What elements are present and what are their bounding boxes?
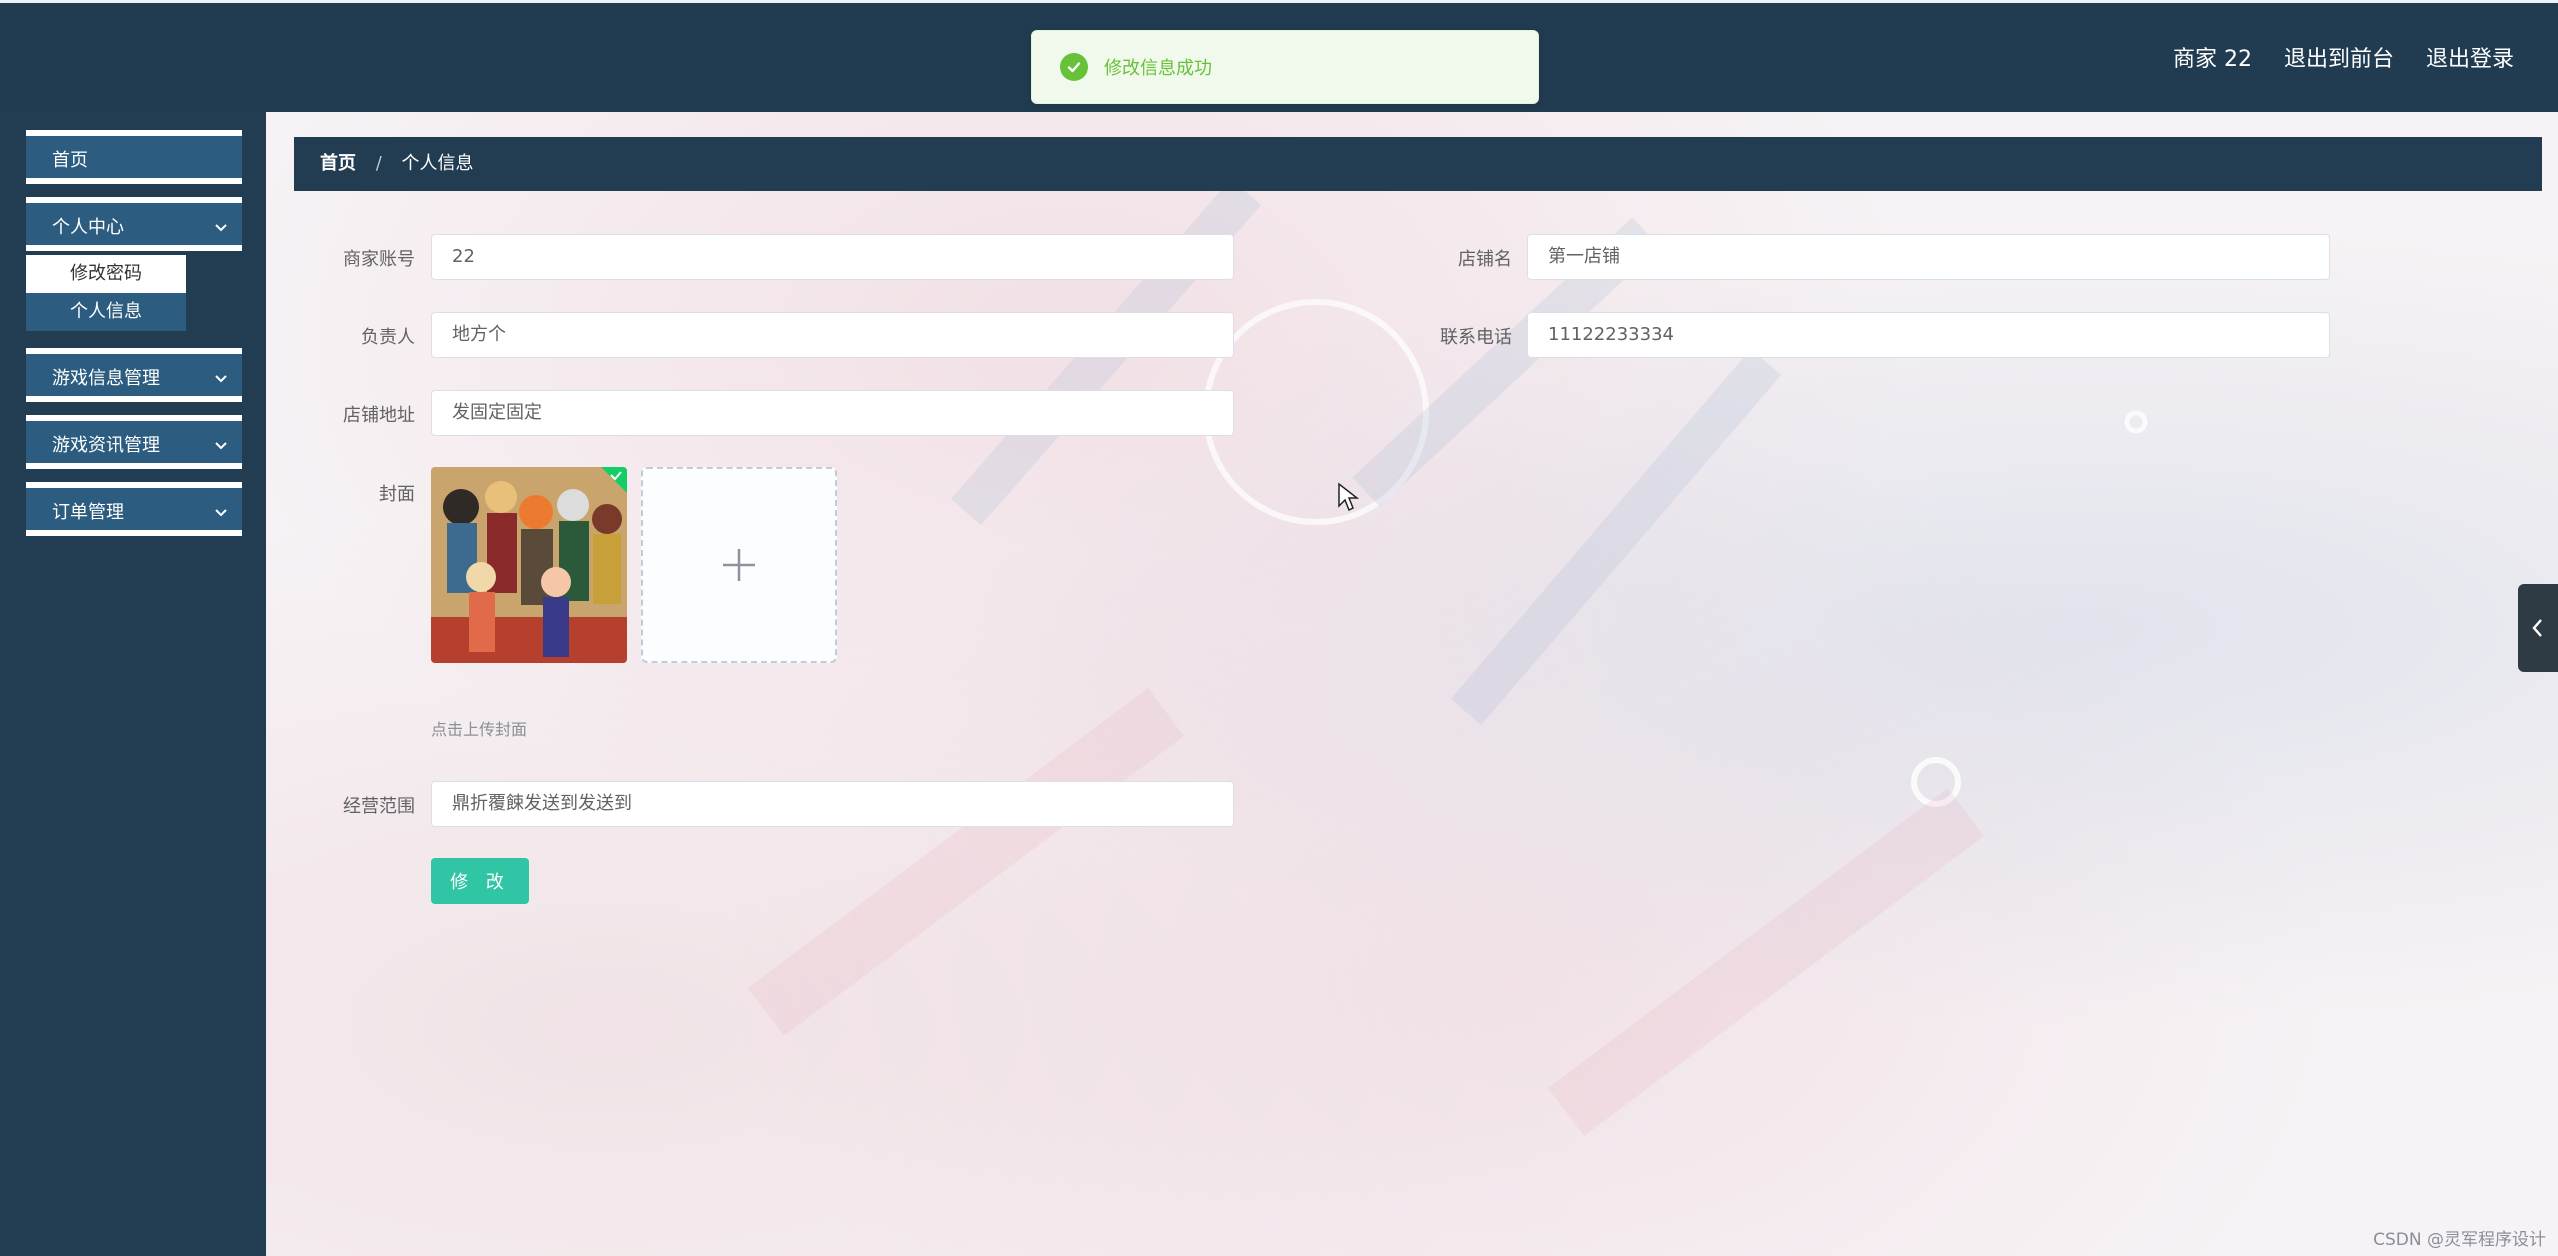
manager-field[interactable]: 地方个	[431, 312, 1234, 358]
scope-field[interactable]: 鼎折覆餗发送到发送到	[431, 781, 1234, 827]
cover-label: 封面	[379, 484, 415, 505]
sidebar-item-label: 个人中心	[52, 217, 124, 238]
shop-name-field[interactable]: 第一店铺	[1527, 234, 2330, 280]
submit-button[interactable]: 修 改	[431, 858, 529, 904]
exit-to-front-link[interactable]: 退出到前台	[2284, 41, 2394, 73]
check-circle-icon	[1060, 53, 1088, 81]
sidebar-item-label: 首页	[52, 150, 88, 171]
chevron-down-icon	[214, 368, 228, 389]
address-label: 店铺地址	[343, 405, 415, 426]
phone-label: 联系电话	[1440, 327, 1512, 348]
logout-link[interactable]: 退出登录	[2426, 41, 2514, 73]
watermark: CSDN @灵军程序设计	[2373, 1230, 2546, 1250]
success-toast: 修改信息成功	[1031, 30, 1539, 104]
chevron-down-icon	[214, 502, 228, 523]
mouse-cursor-icon	[1338, 482, 1359, 512]
chevron-left-icon	[2532, 619, 2542, 637]
side-panel-toggle[interactable]	[2518, 584, 2558, 672]
sidebar-item-game-info[interactable]: 游戏信息管理	[26, 348, 242, 402]
breadcrumb: 首页 / 个人信息	[294, 137, 2542, 191]
background-overlay	[266, 112, 2558, 1256]
sidebar-item-label: 游戏资讯管理	[52, 435, 160, 456]
top-links: 商家 22 退出到前台 退出登录	[2173, 41, 2514, 73]
sidebar-item-personal-center[interactable]: 个人中心	[26, 197, 242, 251]
cover-image[interactable]	[431, 467, 627, 663]
breadcrumb-home[interactable]: 首页	[320, 153, 356, 174]
manager-label: 负责人	[361, 327, 415, 348]
submenu-item-personal-info[interactable]: 个人信息	[26, 293, 186, 331]
phone-field[interactable]: 11122233334	[1527, 312, 2330, 358]
sidebar-item-label: 订单管理	[52, 502, 124, 523]
user-label[interactable]: 商家 22	[2173, 41, 2252, 73]
address-field[interactable]: 发固定固定	[431, 390, 1234, 436]
content-area	[266, 112, 2558, 1256]
chevron-down-icon	[214, 217, 228, 238]
sidebar-item-label: 游戏信息管理	[52, 368, 160, 389]
sidebar-item-game-news[interactable]: 游戏资讯管理	[26, 415, 242, 469]
breadcrumb-current: 个人信息	[401, 153, 474, 174]
toast-message: 修改信息成功	[1104, 58, 1212, 79]
sidebar: 首页 个人中心 修改密码 个人信息 游戏信息管理 游戏资讯管理 订单管理	[0, 112, 266, 1256]
sidebar-item-home[interactable]: 首页	[26, 130, 242, 184]
submenu-item-change-password[interactable]: 修改密码	[26, 255, 186, 293]
scope-label: 经营范围	[343, 796, 415, 817]
account-field[interactable]: 22	[431, 234, 1234, 280]
cover-upload-hint: 点击上传封面	[431, 720, 528, 739]
plus-icon	[723, 549, 755, 581]
account-label: 商家账号	[343, 249, 415, 270]
chevron-down-icon	[214, 435, 228, 456]
cover-uploader[interactable]	[641, 467, 837, 663]
sidebar-item-orders[interactable]: 订单管理	[26, 482, 242, 536]
breadcrumb-separator: /	[375, 153, 382, 174]
shop-name-label: 店铺名	[1458, 249, 1512, 270]
